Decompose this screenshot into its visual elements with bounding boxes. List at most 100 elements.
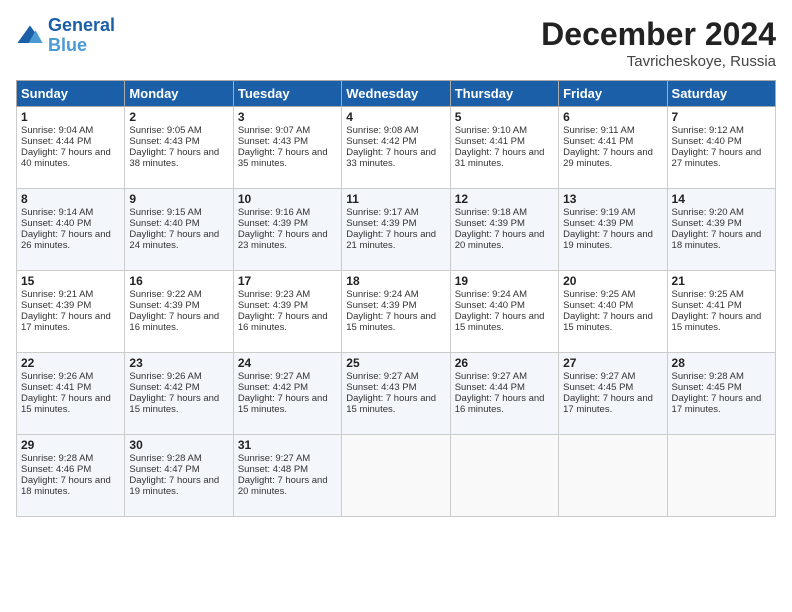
day-number: 6 <box>563 110 662 124</box>
table-row: 31 Sunrise: 9:27 AM Sunset: 4:48 PM Dayl… <box>233 435 341 517</box>
table-row: 17 Sunrise: 9:23 AM Sunset: 4:39 PM Dayl… <box>233 271 341 353</box>
daylight-text: Daylight: 7 hours and 15 minutes. <box>129 393 219 415</box>
sunrise-text: Sunrise: 9:27 AM <box>238 371 310 382</box>
table-row: 27 Sunrise: 9:27 AM Sunset: 4:45 PM Dayl… <box>559 353 667 435</box>
day-number: 1 <box>21 110 120 124</box>
sunrise-text: Sunrise: 9:18 AM <box>455 207 527 218</box>
sunset-text: Sunset: 4:42 PM <box>129 382 199 393</box>
sunrise-text: Sunrise: 9:12 AM <box>672 125 744 136</box>
daylight-text: Daylight: 7 hours and 19 minutes. <box>563 229 653 251</box>
daylight-text: Daylight: 7 hours and 16 minutes. <box>238 311 328 333</box>
col-wednesday: Wednesday <box>342 81 450 107</box>
table-row: 3 Sunrise: 9:07 AM Sunset: 4:43 PM Dayli… <box>233 107 341 189</box>
day-number: 24 <box>238 356 337 370</box>
sunset-text: Sunset: 4:45 PM <box>563 382 633 393</box>
table-row: 14 Sunrise: 9:20 AM Sunset: 4:39 PM Dayl… <box>667 189 775 271</box>
sunset-text: Sunset: 4:40 PM <box>563 300 633 311</box>
day-number: 23 <box>129 356 228 370</box>
daylight-text: Daylight: 7 hours and 26 minutes. <box>21 229 111 251</box>
day-number: 29 <box>21 438 120 452</box>
sunrise-text: Sunrise: 9:17 AM <box>346 207 418 218</box>
location-title: Tavricheskoye, Russia <box>541 53 776 70</box>
sunset-text: Sunset: 4:45 PM <box>672 382 742 393</box>
sunrise-text: Sunrise: 9:24 AM <box>455 289 527 300</box>
day-number: 9 <box>129 192 228 206</box>
day-number: 28 <box>672 356 771 370</box>
table-row: 23 Sunrise: 9:26 AM Sunset: 4:42 PM Dayl… <box>125 353 233 435</box>
table-row: 11 Sunrise: 9:17 AM Sunset: 4:39 PM Dayl… <box>342 189 450 271</box>
day-number: 21 <box>672 274 771 288</box>
table-row: 21 Sunrise: 9:25 AM Sunset: 4:41 PM Dayl… <box>667 271 775 353</box>
sunset-text: Sunset: 4:39 PM <box>238 300 308 311</box>
sunrise-text: Sunrise: 9:21 AM <box>21 289 93 300</box>
day-number: 27 <box>563 356 662 370</box>
table-row: 20 Sunrise: 9:25 AM Sunset: 4:40 PM Dayl… <box>559 271 667 353</box>
calendar-week-row: 15 Sunrise: 9:21 AM Sunset: 4:39 PM Dayl… <box>17 271 776 353</box>
daylight-text: Daylight: 7 hours and 17 minutes. <box>563 393 653 415</box>
daylight-text: Daylight: 7 hours and 19 minutes. <box>129 475 219 497</box>
day-number: 26 <box>455 356 554 370</box>
daylight-text: Daylight: 7 hours and 17 minutes. <box>21 311 111 333</box>
sunrise-text: Sunrise: 9:26 AM <box>21 371 93 382</box>
day-number: 13 <box>563 192 662 206</box>
daylight-text: Daylight: 7 hours and 33 minutes. <box>346 147 436 169</box>
day-number: 3 <box>238 110 337 124</box>
sunset-text: Sunset: 4:41 PM <box>563 136 633 147</box>
day-number: 2 <box>129 110 228 124</box>
day-number: 30 <box>129 438 228 452</box>
day-number: 31 <box>238 438 337 452</box>
sunrise-text: Sunrise: 9:27 AM <box>238 453 310 464</box>
daylight-text: Daylight: 7 hours and 29 minutes. <box>563 147 653 169</box>
daylight-text: Daylight: 7 hours and 23 minutes. <box>238 229 328 251</box>
sunset-text: Sunset: 4:40 PM <box>455 300 525 311</box>
day-number: 5 <box>455 110 554 124</box>
col-sunday: Sunday <box>17 81 125 107</box>
table-row: 18 Sunrise: 9:24 AM Sunset: 4:39 PM Dayl… <box>342 271 450 353</box>
sunrise-text: Sunrise: 9:26 AM <box>129 371 201 382</box>
col-monday: Monday <box>125 81 233 107</box>
sunset-text: Sunset: 4:42 PM <box>238 382 308 393</box>
sunset-text: Sunset: 4:43 PM <box>238 136 308 147</box>
daylight-text: Daylight: 7 hours and 20 minutes. <box>455 229 545 251</box>
sunset-text: Sunset: 4:48 PM <box>238 464 308 475</box>
day-number: 4 <box>346 110 445 124</box>
daylight-text: Daylight: 7 hours and 31 minutes. <box>455 147 545 169</box>
logo: GeneralBlue <box>16 16 115 56</box>
table-row: 8 Sunrise: 9:14 AM Sunset: 4:40 PM Dayli… <box>17 189 125 271</box>
daylight-text: Daylight: 7 hours and 15 minutes. <box>21 393 111 415</box>
daylight-text: Daylight: 7 hours and 18 minutes. <box>21 475 111 497</box>
day-number: 17 <box>238 274 337 288</box>
daylight-text: Daylight: 7 hours and 15 minutes. <box>346 393 436 415</box>
day-number: 7 <box>672 110 771 124</box>
table-row: 30 Sunrise: 9:28 AM Sunset: 4:47 PM Dayl… <box>125 435 233 517</box>
sunset-text: Sunset: 4:42 PM <box>346 136 416 147</box>
daylight-text: Daylight: 7 hours and 38 minutes. <box>129 147 219 169</box>
daylight-text: Daylight: 7 hours and 15 minutes. <box>672 311 762 333</box>
day-number: 14 <box>672 192 771 206</box>
day-number: 10 <box>238 192 337 206</box>
col-saturday: Saturday <box>667 81 775 107</box>
sunset-text: Sunset: 4:39 PM <box>672 218 742 229</box>
daylight-text: Daylight: 7 hours and 16 minutes. <box>455 393 545 415</box>
sunrise-text: Sunrise: 9:27 AM <box>455 371 527 382</box>
sunset-text: Sunset: 4:43 PM <box>129 136 199 147</box>
sunset-text: Sunset: 4:39 PM <box>129 300 199 311</box>
sunrise-text: Sunrise: 9:07 AM <box>238 125 310 136</box>
sunrise-text: Sunrise: 9:23 AM <box>238 289 310 300</box>
sunrise-text: Sunrise: 9:11 AM <box>563 125 635 136</box>
sunset-text: Sunset: 4:44 PM <box>455 382 525 393</box>
sunset-text: Sunset: 4:39 PM <box>346 300 416 311</box>
table-row: 28 Sunrise: 9:28 AM Sunset: 4:45 PM Dayl… <box>667 353 775 435</box>
sunrise-text: Sunrise: 9:20 AM <box>672 207 744 218</box>
sunset-text: Sunset: 4:39 PM <box>238 218 308 229</box>
sunrise-text: Sunrise: 9:27 AM <box>346 371 418 382</box>
col-tuesday: Tuesday <box>233 81 341 107</box>
title-block: December 2024 Tavricheskoye, Russia <box>541 16 776 70</box>
calendar-table: Sunday Monday Tuesday Wednesday Thursday… <box>16 80 776 517</box>
sunset-text: Sunset: 4:40 PM <box>21 218 91 229</box>
sunset-text: Sunset: 4:41 PM <box>672 300 742 311</box>
sunset-text: Sunset: 4:44 PM <box>21 136 91 147</box>
table-row: 25 Sunrise: 9:27 AM Sunset: 4:43 PM Dayl… <box>342 353 450 435</box>
daylight-text: Daylight: 7 hours and 15 minutes. <box>238 393 328 415</box>
table-row <box>450 435 558 517</box>
